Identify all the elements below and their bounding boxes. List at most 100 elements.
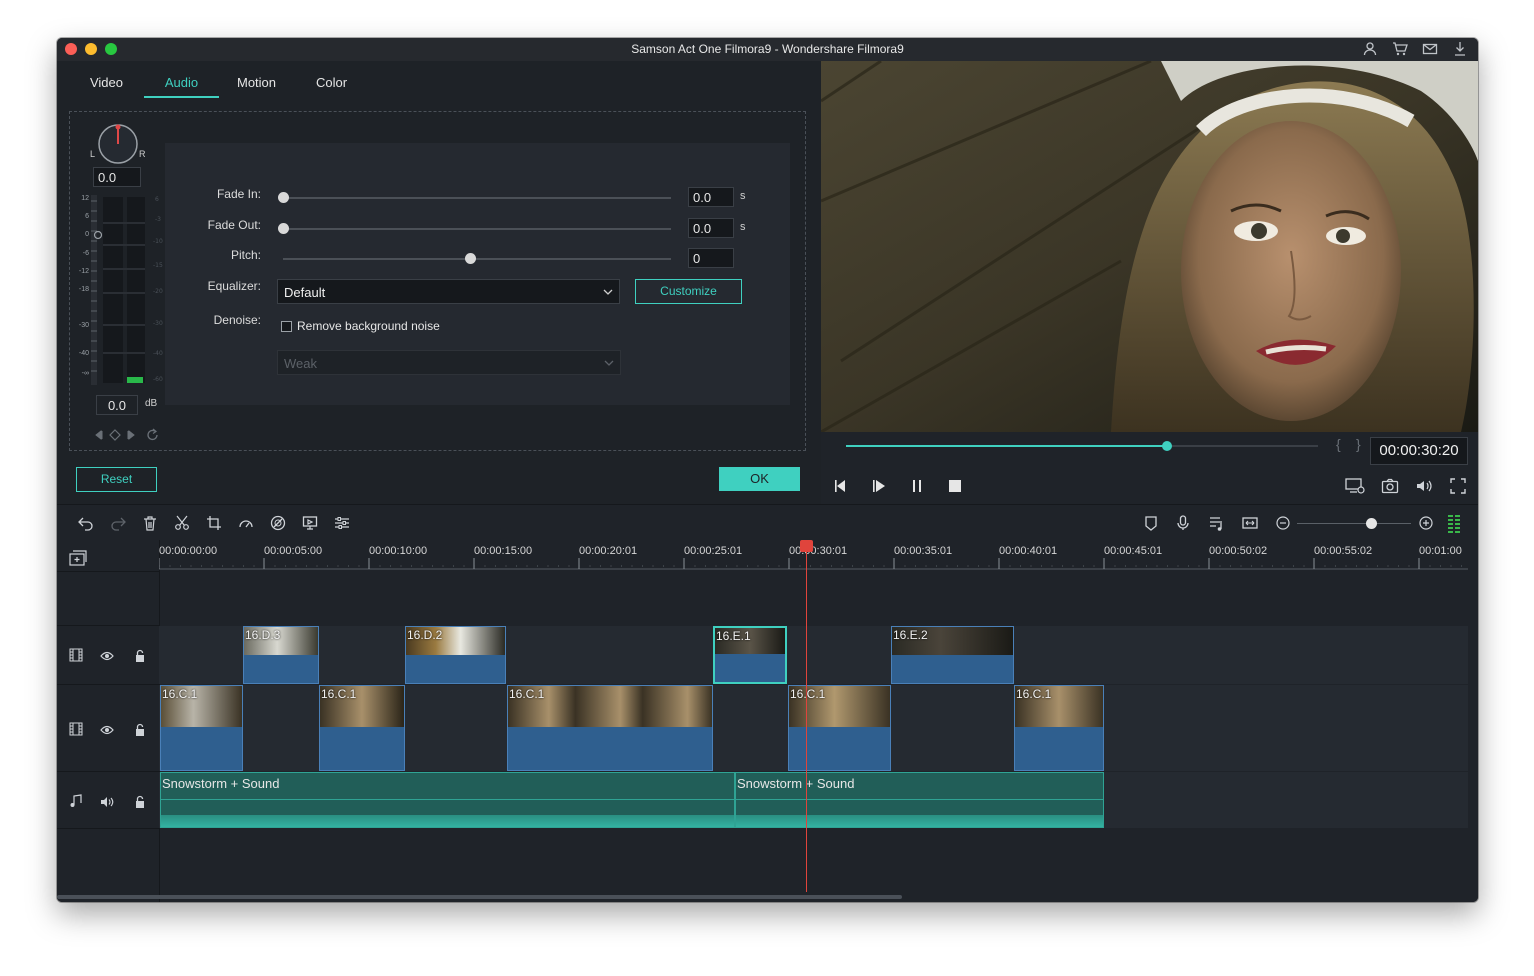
cut-icon[interactable] bbox=[174, 515, 190, 531]
crop-icon[interactable] bbox=[206, 515, 222, 531]
fade-out-knob[interactable] bbox=[278, 223, 289, 234]
pitch-slider[interactable] bbox=[283, 258, 671, 260]
color-icon[interactable] bbox=[270, 515, 286, 531]
timeline-ruler[interactable]: 00:00:00:00 00:00:05:00 00:00:10:00 00:0… bbox=[159, 540, 1478, 570]
lock-icon[interactable] bbox=[133, 795, 147, 809]
video-clip[interactable]: 16.C.1 bbox=[507, 685, 713, 771]
ok-button[interactable]: OK bbox=[719, 467, 800, 491]
clip-label: 16.C.1 bbox=[790, 687, 826, 701]
svg-text:-60: -60 bbox=[153, 376, 163, 383]
pitch-input[interactable]: 0 bbox=[688, 248, 734, 268]
fade-out-input[interactable]: 0.0 bbox=[688, 218, 734, 238]
tab-audio[interactable]: Audio bbox=[144, 75, 219, 98]
equalizer-select[interactable]: Default bbox=[277, 279, 620, 304]
speed-icon[interactable] bbox=[238, 515, 254, 531]
meter-scale: 12 6 0 -6 -12 -18 -30 -40 -∞ bbox=[78, 195, 89, 377]
eye-icon[interactable] bbox=[100, 649, 114, 663]
denoise-label: Denoise: bbox=[213, 313, 261, 327]
tab-color[interactable]: Color bbox=[294, 75, 369, 98]
audio-clip[interactable]: Snowstorm + Sound bbox=[735, 772, 1104, 828]
reset-meter-icon[interactable] bbox=[147, 428, 158, 441]
adjust-icon[interactable] bbox=[334, 515, 350, 531]
delete-icon[interactable] bbox=[142, 515, 158, 531]
audio-clip[interactable]: Snowstorm + Sound bbox=[160, 772, 735, 828]
music-icon bbox=[70, 794, 82, 807]
mark-in-button[interactable]: { bbox=[1336, 436, 1341, 452]
video-track-icon bbox=[69, 722, 83, 736]
zoom-slider[interactable] bbox=[1297, 518, 1411, 529]
add-track-icon[interactable] bbox=[69, 550, 87, 566]
remove-noise-label: Remove background noise bbox=[297, 319, 440, 333]
video-clip[interactable]: 16.D.3 bbox=[243, 626, 319, 684]
pause-icon[interactable] bbox=[909, 478, 925, 494]
preview-progress-knob[interactable] bbox=[1161, 441, 1172, 451]
playhead-handle[interactable] bbox=[800, 540, 813, 552]
customize-button[interactable]: Customize bbox=[635, 279, 742, 304]
zoom-slider-knob[interactable] bbox=[1366, 518, 1378, 529]
denoise-level-value: Weak bbox=[284, 356, 317, 371]
next-keyframe-icon[interactable] bbox=[127, 429, 135, 441]
screen-icon[interactable] bbox=[302, 515, 318, 531]
mark-out-button[interactable]: } bbox=[1356, 436, 1361, 452]
marker-icon[interactable] bbox=[1143, 515, 1159, 531]
play-icon[interactable] bbox=[871, 478, 887, 494]
remove-noise-checkbox[interactable] bbox=[281, 321, 292, 332]
eye-icon[interactable] bbox=[100, 723, 114, 737]
add-keyframe-icon[interactable] bbox=[109, 429, 121, 441]
pitch-knob[interactable] bbox=[465, 253, 476, 264]
preview-timecode: 00:00:30:20 bbox=[1370, 437, 1468, 465]
db-value-input[interactable]: 0.0 bbox=[96, 395, 138, 415]
lock-icon[interactable] bbox=[133, 723, 147, 737]
zoom-out-icon[interactable] bbox=[1275, 515, 1291, 531]
mic-icon[interactable] bbox=[1175, 515, 1191, 531]
video-clip[interactable]: 16.D.2 bbox=[405, 626, 506, 684]
zoom-in-icon[interactable] bbox=[1418, 515, 1434, 531]
horizontal-scrollbar[interactable] bbox=[57, 895, 902, 899]
fade-out-label: Fade Out: bbox=[207, 218, 261, 232]
pan-dial[interactable] bbox=[97, 123, 139, 165]
pan-value-input[interactable]: 0.0 bbox=[93, 167, 141, 187]
video-preview[interactable] bbox=[821, 61, 1478, 432]
fade-out-slider[interactable] bbox=[283, 228, 671, 230]
fit-icon[interactable] bbox=[1242, 515, 1258, 531]
level-meter-icon[interactable] bbox=[1448, 513, 1460, 533]
undo-icon[interactable] bbox=[78, 515, 94, 531]
reset-button[interactable]: Reset bbox=[76, 467, 157, 492]
ruler-label: 00:00:35:01 bbox=[894, 545, 953, 557]
video-clip[interactable]: 16.C.1 bbox=[160, 685, 243, 771]
video-clip[interactable]: 16.E.2 bbox=[891, 626, 1014, 684]
mixer-icon[interactable] bbox=[1208, 515, 1224, 531]
playhead[interactable] bbox=[800, 540, 813, 892]
audio-waveform bbox=[161, 815, 734, 827]
fade-in-input[interactable]: 0.0 bbox=[688, 187, 734, 207]
stop-icon[interactable] bbox=[947, 478, 963, 494]
fade-in-knob[interactable] bbox=[278, 192, 289, 203]
ruler-label: 00:00:15:00 bbox=[474, 545, 533, 557]
snapshot-icon[interactable] bbox=[1381, 477, 1399, 495]
preview-progress-bar[interactable] bbox=[846, 441, 1318, 451]
lock-icon[interactable] bbox=[133, 649, 147, 663]
video-clip-selected[interactable]: 16.E.1 bbox=[713, 626, 787, 684]
svg-text:-15: -15 bbox=[153, 262, 163, 269]
video-clip[interactable]: 16.C.1 bbox=[1014, 685, 1104, 771]
fade-in-slider[interactable] bbox=[283, 197, 671, 199]
video-clip[interactable]: 16.C.1 bbox=[788, 685, 891, 771]
cart-icon[interactable] bbox=[1392, 41, 1408, 57]
tab-motion[interactable]: Motion bbox=[219, 75, 294, 98]
fullscreen-icon[interactable] bbox=[1449, 477, 1467, 495]
download-icon[interactable] bbox=[1452, 41, 1468, 57]
user-icon[interactable] bbox=[1362, 41, 1378, 57]
previous-keyframe-icon[interactable] bbox=[95, 429, 103, 441]
speaker-icon[interactable] bbox=[100, 795, 114, 809]
tab-video[interactable]: Video bbox=[69, 75, 144, 98]
redo-icon[interactable] bbox=[110, 515, 126, 531]
chevron-down-icon bbox=[604, 360, 614, 366]
display-settings-icon[interactable] bbox=[1345, 477, 1365, 495]
app-window: Samson Act One Filmora9 - Wondershare Fi… bbox=[57, 38, 1478, 902]
video-clip[interactable]: 16.C.1 bbox=[319, 685, 405, 771]
volume-icon[interactable] bbox=[1415, 477, 1433, 495]
previous-frame-icon[interactable] bbox=[833, 478, 849, 494]
header-divider bbox=[57, 571, 159, 572]
mail-icon[interactable] bbox=[1422, 41, 1438, 57]
ruler-ticks bbox=[159, 558, 1468, 570]
